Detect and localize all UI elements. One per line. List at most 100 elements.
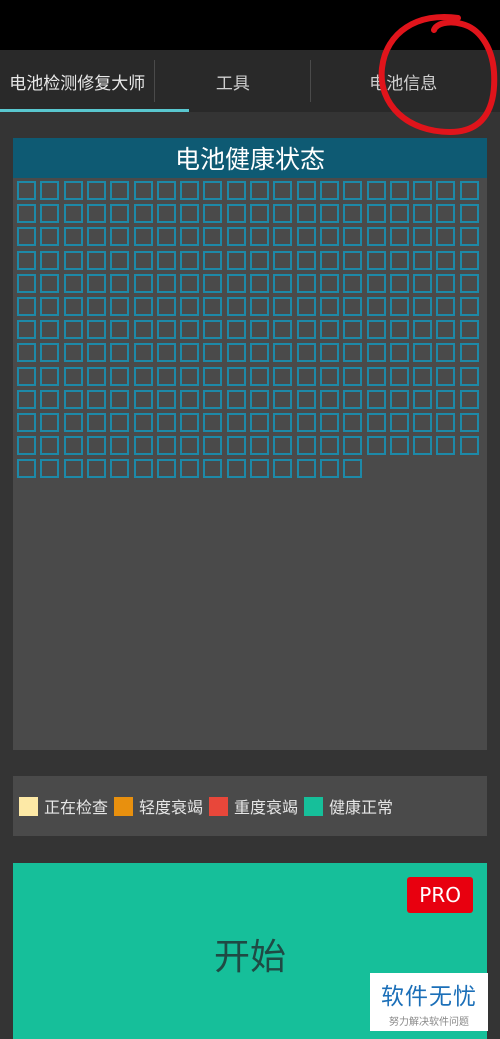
battery-cell (180, 343, 199, 362)
battery-cell (17, 251, 36, 270)
battery-cell (460, 181, 479, 200)
battery-cell (40, 297, 59, 316)
legend-item-healthy: 健康正常 (304, 794, 393, 818)
battery-cell (17, 343, 36, 362)
battery-cell (413, 227, 432, 246)
battery-cell (110, 459, 129, 478)
battery-cell (227, 181, 246, 200)
battery-cell (157, 367, 176, 386)
battery-cell (227, 436, 246, 455)
legend-item-severe: 重度衰竭 (209, 794, 298, 818)
tab-battery-repair-master[interactable]: 电池检测修复大师 (0, 50, 189, 112)
battery-cell (134, 436, 153, 455)
tab-battery-info[interactable]: 电池信息 (311, 50, 500, 112)
battery-cell (390, 297, 409, 316)
battery-cell (227, 367, 246, 386)
battery-cell (413, 251, 432, 270)
battery-cell (297, 297, 316, 316)
battery-cell (436, 297, 455, 316)
battery-cell (203, 459, 222, 478)
battery-cell (390, 413, 409, 432)
battery-cell (273, 390, 292, 409)
battery-cell (17, 413, 36, 432)
battery-cell (227, 390, 246, 409)
battery-cell (203, 367, 222, 386)
battery-cell (297, 320, 316, 339)
battery-cell (110, 436, 129, 455)
battery-cell (17, 320, 36, 339)
battery-cell (390, 181, 409, 200)
battery-cell (367, 204, 386, 223)
battery-cell (157, 436, 176, 455)
battery-cell (367, 343, 386, 362)
battery-cell (203, 297, 222, 316)
battery-cell (134, 274, 153, 293)
battery-cell (40, 413, 59, 432)
battery-cell (110, 181, 129, 200)
battery-cell (157, 251, 176, 270)
battery-cell (227, 227, 246, 246)
battery-cell (64, 181, 83, 200)
battery-cell (203, 320, 222, 339)
battery-cell (40, 320, 59, 339)
battery-cell (110, 320, 129, 339)
tab-label: 工具 (215, 73, 250, 94)
tab-tools[interactable]: 工具 (155, 50, 310, 112)
battery-cell (203, 413, 222, 432)
battery-cell (227, 320, 246, 339)
battery-cell (297, 227, 316, 246)
battery-cell (180, 413, 199, 432)
battery-cell (273, 367, 292, 386)
battery-cell (203, 251, 222, 270)
battery-cell (157, 227, 176, 246)
battery-cell (297, 459, 316, 478)
battery-cell (110, 251, 129, 270)
battery-cell (180, 181, 199, 200)
battery-cell (460, 227, 479, 246)
battery-cell (180, 274, 199, 293)
legend-label: 健康正常 (329, 798, 394, 817)
battery-cell (460, 204, 479, 223)
battery-cell (64, 367, 83, 386)
battery-cell (203, 390, 222, 409)
battery-cell (297, 390, 316, 409)
battery-cell (203, 181, 222, 200)
battery-cell (40, 436, 59, 455)
legend-label: 轻度衰竭 (139, 798, 204, 817)
battery-cell (297, 181, 316, 200)
status-legend: 正在检查 轻度衰竭 重度衰竭 健康正常 (13, 776, 487, 836)
battery-cell (297, 204, 316, 223)
battery-cell (64, 251, 83, 270)
battery-cell (40, 343, 59, 362)
battery-cell (390, 367, 409, 386)
battery-cell (227, 413, 246, 432)
battery-cell (320, 181, 339, 200)
battery-cell (64, 459, 83, 478)
battery-cell (297, 436, 316, 455)
battery-cell (367, 413, 386, 432)
tab-label: 电池信息 (369, 73, 438, 94)
battery-cell (343, 320, 362, 339)
battery-cell (390, 436, 409, 455)
battery-cell (320, 343, 339, 362)
battery-cell (250, 251, 269, 270)
battery-cell (110, 227, 129, 246)
watermark-subtitle: 努力解决软件问题 (389, 1016, 469, 1028)
battery-cell (250, 459, 269, 478)
battery-cell (203, 436, 222, 455)
battery-cell (180, 227, 199, 246)
battery-cell (87, 320, 106, 339)
legend-swatch-checking (19, 796, 38, 816)
battery-cell (413, 274, 432, 293)
legend-label: 正在检查 (44, 798, 109, 817)
battery-cell (40, 390, 59, 409)
battery-cell (134, 204, 153, 223)
battery-cell (343, 459, 362, 478)
battery-cell (390, 274, 409, 293)
battery-cell (64, 320, 83, 339)
pro-badge: PRO (407, 877, 473, 913)
battery-cell (343, 251, 362, 270)
battery-cell (436, 251, 455, 270)
battery-cell (134, 251, 153, 270)
battery-cell (64, 343, 83, 362)
